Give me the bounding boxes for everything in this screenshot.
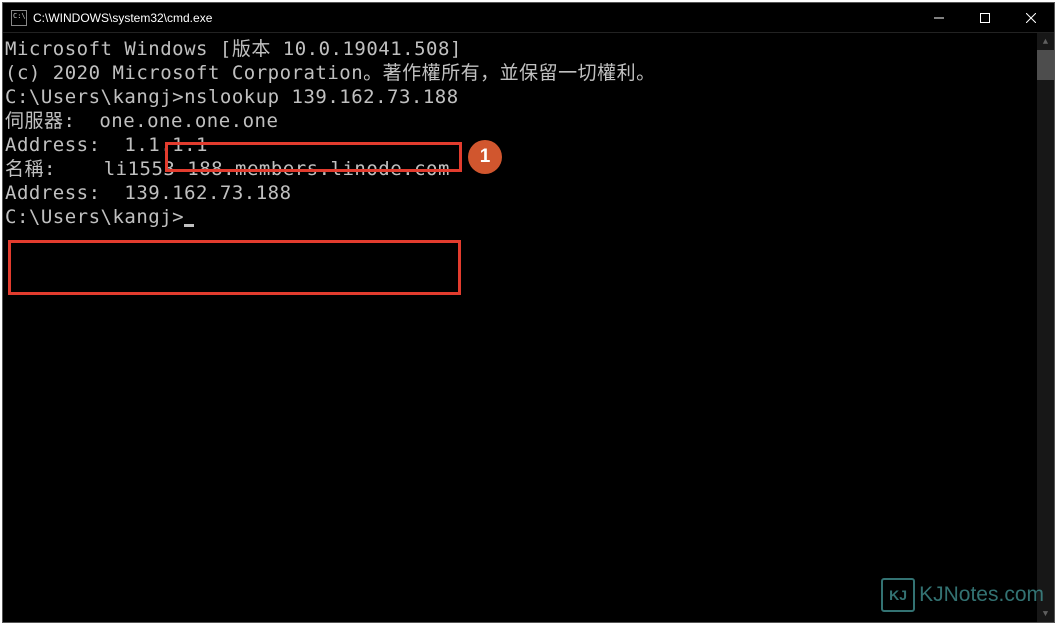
cmd-window: C:\WINDOWS\system32\cmd.exe Microsoft Wi… [2,2,1055,623]
output-line: Address: 139.162.73.188 [5,181,1035,205]
prompt-text: C:\Users\kangj> [5,206,184,228]
output-line: (c) 2020 Microsoft Corporation。著作權所有，並保留… [5,61,1035,85]
watermark: KJ KJNotes.com [881,578,1044,612]
prompt-line: C:\Users\kangj> [5,205,1035,229]
maximize-button[interactable] [962,3,1008,32]
cursor [184,224,194,227]
titlebar[interactable]: C:\WINDOWS\system32\cmd.exe [3,3,1054,33]
watermark-text: KJNotes.com [919,583,1044,607]
terminal-container: Microsoft Windows [版本 10.0.19041.508](c)… [3,33,1054,622]
terminal-output[interactable]: Microsoft Windows [版本 10.0.19041.508](c)… [3,33,1037,622]
scrollbar-vertical[interactable]: ▲ ▼ [1037,33,1054,622]
output-line: Microsoft Windows [版本 10.0.19041.508] [5,37,1035,61]
cmd-icon [11,10,27,26]
window-title: C:\WINDOWS\system32\cmd.exe [33,11,916,25]
scrollbar-thumb[interactable] [1037,50,1054,80]
scroll-up-icon[interactable]: ▲ [1037,33,1054,50]
output-line: C:\Users\kangj>nslookup 139.162.73.188 [5,85,1035,109]
window-controls [916,3,1054,32]
output-line: Address: 1.1.1.1 [5,133,1035,157]
output-line: 伺服器: one.one.one.one [5,109,1035,133]
output-line: 名稱: li1553-188.members.linode.com [5,157,1035,181]
close-icon [1026,13,1036,23]
minimize-button[interactable] [916,3,962,32]
watermark-logo-icon: KJ [881,578,915,612]
annotation-callout-1: 1 [468,140,502,174]
minimize-icon [934,13,944,23]
close-button[interactable] [1008,3,1054,32]
maximize-icon [980,13,990,23]
